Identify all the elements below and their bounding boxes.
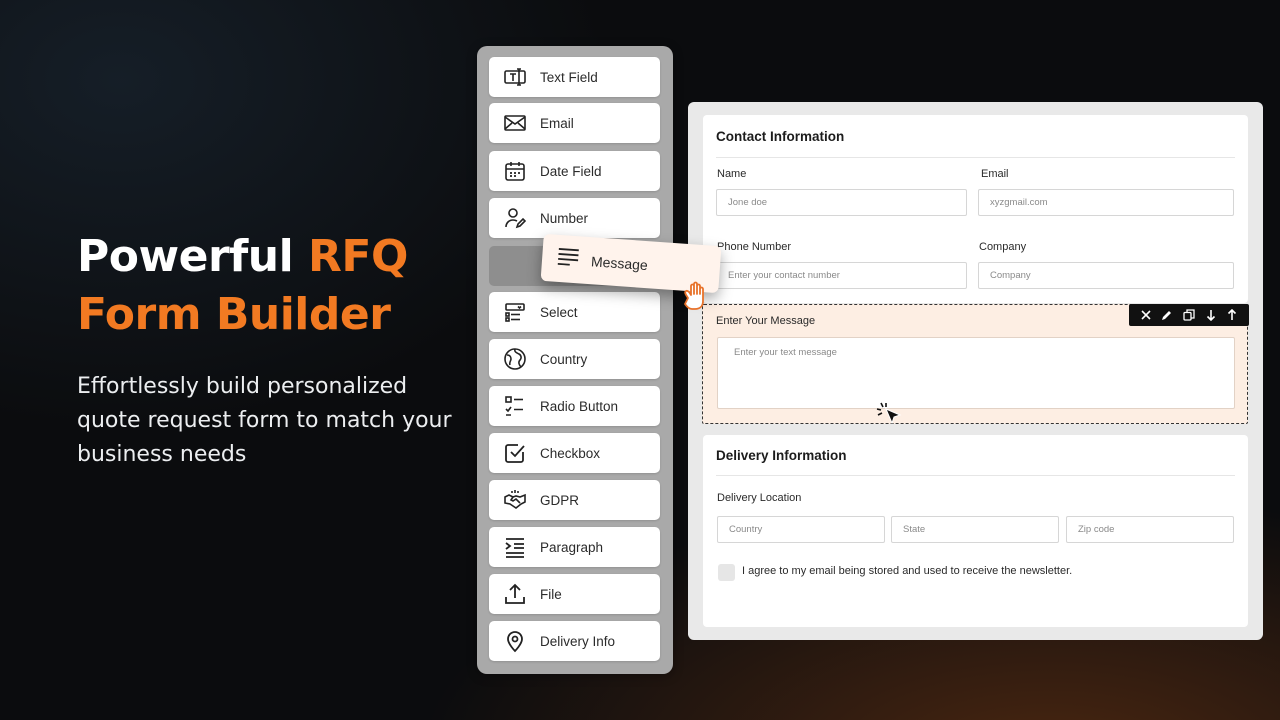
delivery-section-title: Delivery Information (716, 448, 847, 463)
contact-section-title: Contact Information (716, 129, 845, 144)
text-field-icon (503, 65, 527, 89)
message-label: Enter Your Message (716, 315, 816, 327)
user-edit-icon (503, 206, 527, 230)
click-cursor-icon (876, 401, 906, 431)
dragging-item-label: Message (590, 252, 649, 273)
upload-icon (503, 582, 527, 606)
handshake-icon (503, 488, 527, 512)
form-canvas: Contact Information Name Jone doe Email … (688, 102, 1263, 640)
palette-item-text-field[interactable]: Text Field (489, 57, 660, 97)
delivery-location-label: Delivery Location (717, 492, 802, 504)
palette-item-gdpr[interactable]: GDPR (489, 480, 660, 520)
checkbox-icon (503, 441, 527, 465)
duplicate-icon[interactable] (1182, 308, 1196, 322)
email-field[interactable]: xyzgmail.com (978, 189, 1234, 216)
divider (716, 475, 1235, 476)
radio-list-icon (503, 394, 527, 418)
palette-item-label: Paragraph (540, 539, 604, 555)
hero-title-accent-2: Form Builder (77, 289, 391, 340)
palette-item-select[interactable]: Select (489, 292, 660, 332)
hero-title-plain: Powerful (77, 231, 309, 282)
palette-item-label: GDPR (540, 492, 580, 508)
palette-item-label: Text Field (540, 69, 598, 85)
palette-item-label: Checkbox (540, 445, 601, 461)
block-toolbar (1129, 304, 1249, 326)
palette-item-label: Number (540, 210, 589, 226)
hero-title: Powerful RFQ Form Builder (77, 228, 457, 344)
select-list-icon (503, 300, 527, 324)
palette-item-checkbox[interactable]: Checkbox (489, 433, 660, 473)
hero: Powerful RFQ Form Builder Effortlessly b… (77, 228, 457, 472)
divider (716, 157, 1235, 158)
hero-subtitle: Effortlessly build personalized quote re… (77, 374, 452, 467)
text-lines-icon (556, 247, 580, 271)
location-pin-icon (503, 629, 527, 653)
arrow-down-icon[interactable] (1204, 308, 1218, 322)
palette-item-label: Date Field (540, 163, 602, 179)
palette-item-file[interactable]: File (489, 574, 660, 614)
envelope-icon (503, 111, 527, 135)
phone-label: Phone Number (717, 241, 791, 253)
pencil-icon[interactable] (1160, 308, 1174, 322)
palette-item-label: Select (540, 304, 578, 320)
globe-icon (503, 347, 527, 371)
country-field[interactable]: Country (717, 516, 885, 543)
palette-item-date-field[interactable]: Date Field (489, 151, 660, 191)
message-textarea[interactable]: Enter your text message (717, 337, 1235, 409)
palette-item-delivery-info[interactable]: Delivery Info (489, 621, 660, 661)
company-label: Company (979, 241, 1027, 253)
name-field[interactable]: Jone doe (716, 189, 967, 216)
palette-item-paragraph[interactable]: Paragraph (489, 527, 660, 567)
grab-hand-icon (680, 278, 716, 316)
zip-code-field[interactable]: Zip code (1066, 516, 1234, 543)
close-icon[interactable] (1139, 308, 1153, 322)
palette-item-label: Delivery Info (540, 633, 616, 649)
company-field[interactable]: Company (978, 262, 1234, 289)
contact-section: Contact Information Name Jone doe Email … (703, 115, 1248, 303)
palette-item-country[interactable]: Country (489, 339, 660, 379)
palette-item-label: Email (540, 115, 574, 131)
palette-item-radio-button[interactable]: Radio Button (489, 386, 660, 426)
palette-item-number[interactable]: Number (489, 198, 660, 238)
hero-title-accent-1: RFQ (308, 231, 408, 282)
palette-item-email[interactable]: Email (489, 103, 660, 143)
newsletter-consent-label: I agree to my email being stored and use… (742, 565, 1073, 577)
arrow-up-icon[interactable] (1225, 308, 1239, 322)
newsletter-checkbox[interactable] (718, 564, 735, 581)
phone-field[interactable]: Enter your contact number (716, 262, 967, 289)
state-field[interactable]: State (891, 516, 1059, 543)
palette-item-label: File (540, 586, 562, 602)
calendar-icon (503, 159, 527, 183)
name-label: Name (717, 168, 747, 180)
palette-item-label: Radio Button (540, 398, 619, 414)
palette-item-label: Country (540, 351, 588, 367)
indent-icon (503, 535, 527, 559)
email-label: Email (981, 168, 1009, 180)
field-palette: Text Field Email Date Field Number Selec… (477, 46, 673, 674)
delivery-section: Delivery Information Delivery Location C… (703, 435, 1248, 627)
